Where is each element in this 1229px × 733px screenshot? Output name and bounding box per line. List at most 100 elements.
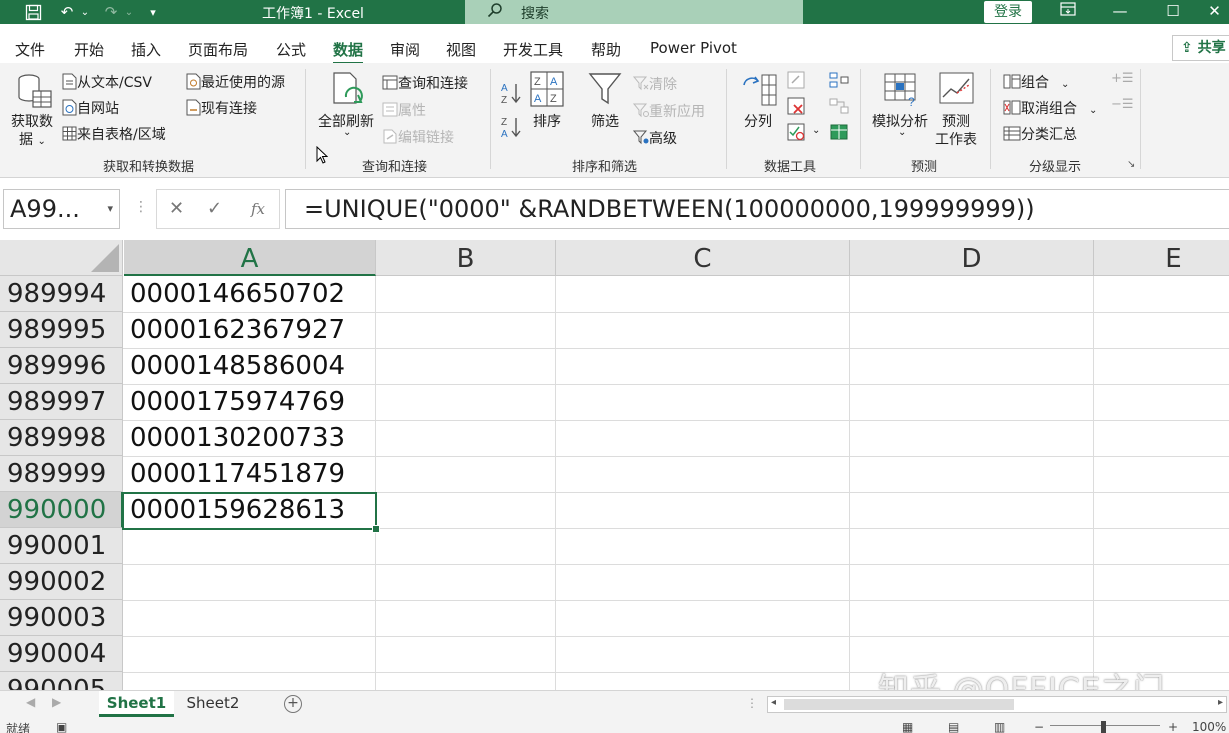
data-model-icon[interactable]	[829, 123, 849, 145]
forecast-sheet-button[interactable]	[939, 71, 975, 111]
queries-connections-button[interactable]: 查询和连接	[382, 73, 468, 94]
group-button[interactable]: 组合 ⌄	[1003, 72, 1069, 93]
sort-label[interactable]: 排序	[533, 111, 561, 131]
formula-input[interactable]: =UNIQUE("0000" &RANDBETWEEN(100000000,19…	[285, 189, 1229, 229]
zoom-in-icon[interactable]: +	[1168, 720, 1178, 733]
save-icon[interactable]	[20, 1, 46, 23]
customize-quick-access-icon[interactable]: ▾	[145, 1, 161, 23]
row-header[interactable]: 990002	[0, 564, 123, 600]
tab-review[interactable]: 审阅	[390, 39, 420, 60]
row-header[interactable]: 990003	[0, 600, 123, 636]
from-table-button[interactable]: 来自表格/区域	[62, 124, 166, 145]
show-detail-icon[interactable]: +☰	[1111, 71, 1134, 86]
cell-a-989994[interactable]: 0000146650702	[124, 276, 375, 311]
sort-descending-button[interactable]: ZA	[500, 115, 522, 143]
tab-splitter-icon[interactable]: ⋮	[746, 696, 758, 710]
text-to-columns-label[interactable]: 分列	[744, 111, 772, 131]
select-all-button[interactable]	[0, 240, 123, 276]
forecast-sheet-label-1[interactable]: 预测	[942, 111, 970, 131]
filter-label[interactable]: 筛选	[591, 111, 619, 131]
remove-duplicates-icon[interactable]	[787, 97, 805, 119]
zoom-level[interactable]: 100%	[1192, 720, 1226, 733]
redo-icon[interactable]: ↷	[99, 1, 123, 23]
tab-home[interactable]: 开始	[74, 39, 104, 60]
login-button[interactable]: 登录	[984, 1, 1032, 23]
get-data-label[interactable]: 获取数	[11, 111, 53, 131]
tab-insert[interactable]: 插入	[131, 39, 161, 60]
tab-view[interactable]: 视图	[446, 39, 476, 60]
row-header[interactable]: 989996	[0, 348, 123, 384]
advanced-filter-button[interactable]: 高级	[632, 128, 677, 149]
name-box[interactable]: A99... ▾	[3, 189, 120, 229]
macro-record-icon[interactable]: ▣	[56, 720, 67, 733]
row-header[interactable]: 989997	[0, 384, 123, 420]
refresh-dropdown-icon[interactable]: ⌄	[343, 127, 351, 138]
row-header[interactable]: 989994	[0, 276, 123, 312]
column-header-c[interactable]: C	[556, 240, 850, 276]
cancel-entry-icon[interactable]: ✕	[169, 198, 184, 219]
search-box[interactable]: 搜索	[465, 0, 803, 24]
subtotal-button[interactable]: 分类汇总	[1003, 124, 1077, 145]
tab-help[interactable]: 帮助	[591, 39, 621, 60]
ribbon-display-options-icon[interactable]	[1048, 0, 1088, 24]
relationships-icon[interactable]	[829, 97, 849, 119]
cell-a-989999[interactable]: 0000117451879	[124, 456, 375, 491]
outline-dialog-launcher-icon[interactable]: ↘	[1127, 159, 1135, 170]
zoom-out-icon[interactable]: −	[1034, 720, 1044, 733]
from-text-csv-button[interactable]: 从文本/CSV	[62, 72, 152, 94]
reapply-button[interactable]: 重新应用	[632, 101, 705, 122]
clear-filter-button[interactable]: 清除	[632, 74, 677, 95]
share-button[interactable]: ⇪ 共享	[1172, 35, 1229, 61]
cell-a-989995[interactable]: 0000162367927	[124, 312, 375, 347]
next-sheet-icon[interactable]: ▶	[52, 695, 61, 709]
flash-fill-icon[interactable]	[787, 71, 805, 93]
minimize-icon[interactable]: —	[1100, 0, 1140, 24]
text-to-columns-button[interactable]	[740, 71, 778, 111]
row-header-selected[interactable]: 990000	[0, 492, 123, 528]
cell-a-989996[interactable]: 0000148586004	[124, 348, 375, 383]
worksheet-grid[interactable]: A B C D E 989994 0000146650702 989995 00…	[0, 240, 1229, 690]
maximize-icon[interactable]: ☐	[1153, 0, 1193, 24]
cell-a-989997[interactable]: 0000175974769	[124, 384, 375, 419]
tab-formulas[interactable]: 公式	[276, 39, 306, 60]
row-header[interactable]: 990001	[0, 528, 123, 564]
row-header[interactable]: 989995	[0, 312, 123, 348]
name-box-dropdown-icon[interactable]: ▾	[107, 190, 113, 228]
get-data-label-2[interactable]: 据 ⌄	[19, 129, 46, 149]
column-header-d[interactable]: D	[850, 240, 1094, 276]
horizontal-scrollbar[interactable]: ◂ ▸	[767, 696, 1227, 713]
existing-connections-button[interactable]: 现有连接	[186, 98, 257, 120]
tab-data[interactable]: 数据	[333, 39, 364, 65]
row-header[interactable]: 989999	[0, 456, 123, 492]
get-data-button[interactable]	[14, 71, 54, 115]
column-header-a[interactable]: A	[124, 240, 376, 276]
data-validation-dropdown-icon[interactable]: ⌄	[812, 125, 820, 136]
add-sheet-button[interactable]: +	[284, 695, 302, 713]
what-if-analysis-button[interactable]: ?	[884, 71, 920, 111]
scroll-right-icon[interactable]: ▸	[1218, 697, 1223, 708]
tab-file[interactable]: 文件	[15, 39, 45, 60]
tab-power-pivot[interactable]: Power Pivot	[650, 39, 737, 57]
page-break-view-icon[interactable]: ▥	[994, 720, 1005, 733]
confirm-entry-icon[interactable]: ✓	[207, 198, 222, 219]
cell-a-989998[interactable]: 0000130200733	[124, 420, 375, 455]
row-header[interactable]: 989998	[0, 420, 123, 456]
hide-detail-icon[interactable]: −☰	[1111, 97, 1134, 112]
sheet-tab-sheet2[interactable]: Sheet2	[176, 691, 250, 717]
undo-icon[interactable]: ↶	[55, 1, 79, 23]
scrollbar-thumb[interactable]	[784, 699, 1014, 710]
filter-button[interactable]	[588, 71, 622, 111]
from-web-button[interactable]: 自网站	[62, 98, 119, 120]
sort-button[interactable]: ZAAZ	[530, 71, 564, 111]
row-header[interactable]: 990004	[0, 636, 123, 672]
zoom-slider-thumb[interactable]	[1101, 721, 1106, 733]
sheet-tab-sheet1[interactable]: Sheet1	[99, 691, 174, 717]
sort-ascending-button[interactable]: AZ	[500, 81, 522, 109]
edit-links-button[interactable]: 编辑链接	[382, 127, 454, 148]
scroll-left-icon[interactable]: ◂	[771, 697, 776, 708]
active-cell-selection[interactable]	[122, 492, 380, 533]
normal-view-icon[interactable]: ▦	[902, 720, 913, 733]
formula-bar-splitter-icon[interactable]: ⋮	[134, 199, 148, 215]
column-header-e[interactable]: E	[1094, 240, 1229, 276]
tab-page-layout[interactable]: 页面布局	[188, 39, 248, 60]
